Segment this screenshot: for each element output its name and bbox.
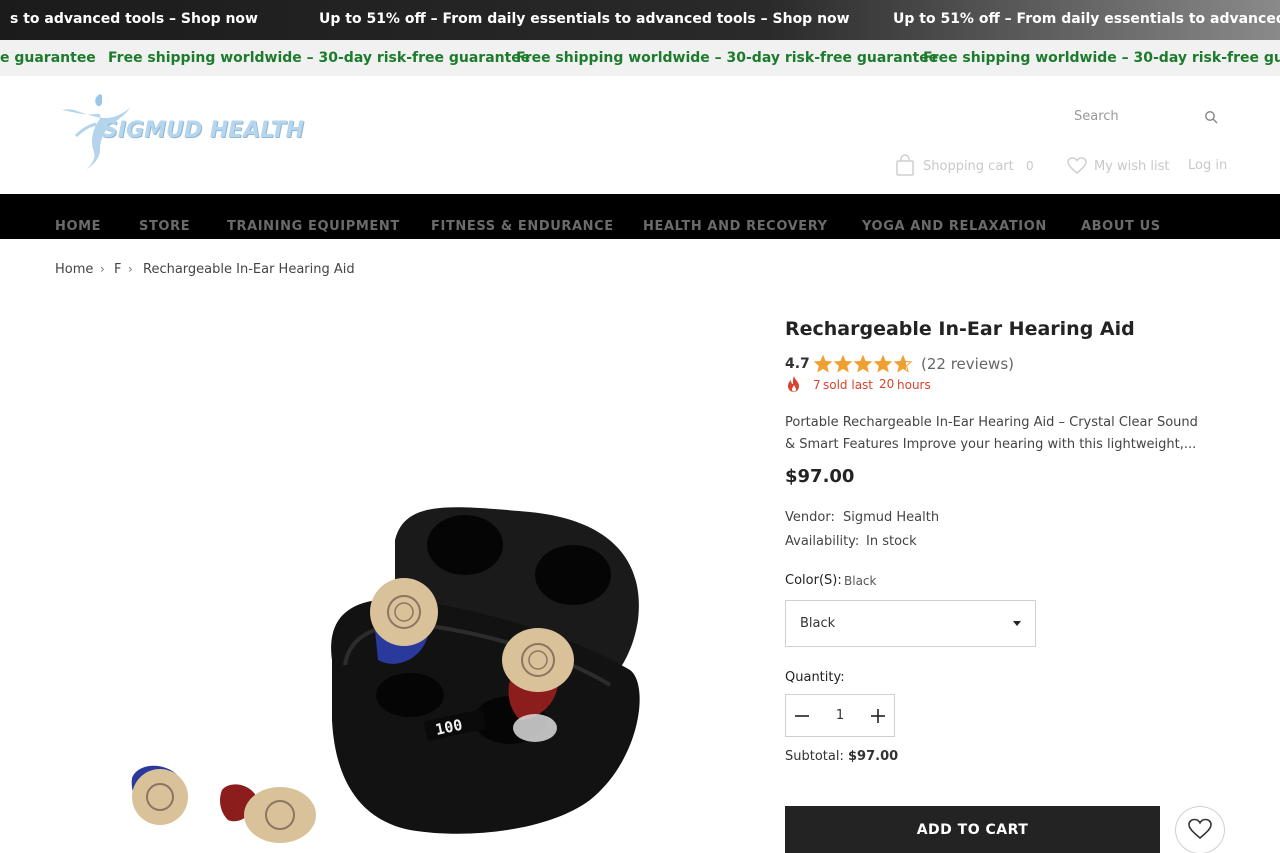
promo-message[interactable]: s to advanced tools – Shop now [10,11,258,27]
caret-down-icon [1013,621,1021,626]
color-label: Color(S): [785,573,842,588]
promo-message[interactable]: Up to 51% off – From daily essentials to… [893,11,1280,27]
star-icon [873,355,893,373]
nav-item-home[interactable]: HOME [55,219,101,234]
site-header: SIGMUD HEALTH Shopping cart 0 My wish li… [0,76,1280,194]
shipping-bar: e guarantee Free shipping worldwide – 30… [0,40,1280,76]
color-value: Black [844,574,877,588]
add-to-cart-button[interactable]: ADD TO CART [785,806,1160,853]
heart-icon[interactable] [1067,157,1087,175]
breadcrumb-home[interactable]: Home [55,262,93,277]
chevron-right-icon: › [100,262,105,276]
rating-value: 4.7 [785,356,810,372]
subtotal-value: $97.00 [848,749,899,764]
breadcrumb-category[interactable]: F [114,262,121,277]
shopping-bag-icon[interactable] [895,154,915,176]
wishlist-link[interactable]: My wish list [1094,159,1170,174]
promo-message[interactable]: Up to 51% off – From daily essentials to… [319,11,850,27]
cart-count-badge: 0 [1026,159,1034,173]
color-select-value: Black [800,616,836,631]
availability-label: Availability: [785,534,860,549]
site-logo[interactable]: SIGMUD HEALTH [56,90,304,172]
product-price: $97.00 [785,466,855,487]
nav-item-health-recovery[interactable]: HEALTH AND RECOVERY [643,219,828,234]
add-to-wishlist-button[interactable] [1175,806,1225,853]
vendor-value[interactable]: Sigmud Health [843,510,939,525]
product-image[interactable]: 100 [110,300,750,853]
shipping-message: e guarantee [0,50,96,66]
search-input[interactable] [1074,106,1204,126]
nav-item-fitness-endurance[interactable]: FITNESS & ENDURANCE [431,219,614,234]
vendor-label: Vendor: [785,510,835,525]
logo-text: SIGMUD HEALTH [102,118,305,143]
heart-icon [1188,818,1212,839]
nav-item-about-us[interactable]: ABOUT US [1081,219,1161,234]
availability-value: In stock [866,534,917,549]
search-icon[interactable] [1204,109,1218,124]
shipping-message: Free shipping worldwide – 30-day risk-fr… [108,50,531,66]
main-nav: HOME STORE TRAINING EQUIPMENT FITNESS & … [0,194,1280,239]
nav-item-training-equipment[interactable]: TRAINING EQUIPMENT [227,219,400,234]
quantity-decrease-button[interactable] [786,695,818,736]
minus-icon [795,715,809,717]
star-rating[interactable] [813,355,913,373]
subtotal-label: Subtotal: [785,749,844,764]
promo-bar: s to advanced tools – Shop now Up to 51%… [0,0,1280,40]
breadcrumb-current: Rechargeable In-Ear Hearing Aid [143,262,355,277]
star-icon [813,355,833,373]
quantity-stepper [785,694,895,737]
nav-item-store[interactable]: STORE [139,219,190,234]
sold-hours: 20 [879,377,895,391]
sold-text: sold last [823,378,874,392]
chevron-right-icon: › [128,262,133,276]
hearing-aid-case-image: 100 [131,507,640,843]
quantity-increase-button[interactable] [862,695,894,736]
hours-text: hours [897,378,931,392]
fire-icon [786,375,802,393]
star-icon [893,355,913,373]
product-title: Rechargeable In-Ear Hearing Aid [785,318,1135,340]
star-icon [833,355,853,373]
subtotal: Subtotal: $97.00 [785,749,898,764]
quantity-input[interactable] [818,703,862,727]
quantity-label: Quantity: [785,670,845,685]
shipping-message: Free shipping worldwide – 30-day risk-fr… [923,50,1280,66]
star-icon [853,355,873,373]
color-select[interactable]: Black [785,600,1036,647]
nav-item-yoga-relaxation[interactable]: YOGA AND RELAXATION [862,219,1047,234]
reviews-link[interactable]: (22 reviews) [921,355,1014,373]
shipping-message: Free shipping worldwide – 30-day risk-fr… [516,50,939,66]
shopping-cart-link[interactable]: Shopping cart [923,159,1014,174]
plus-icon [871,709,885,723]
product-description: Portable Rechargeable In-Ear Hearing Aid… [785,415,1198,452]
sold-count: 7 [813,378,821,392]
login-link[interactable]: Log in [1188,158,1227,173]
